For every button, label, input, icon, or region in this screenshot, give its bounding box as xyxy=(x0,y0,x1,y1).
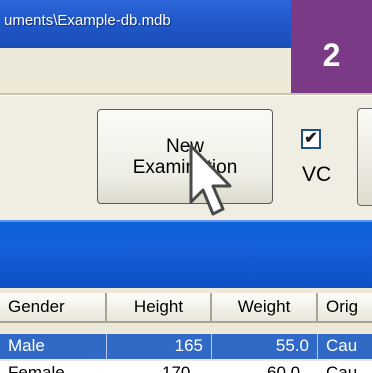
cell-weight: 55.0 xyxy=(212,334,318,359)
column-header-height[interactable]: Height xyxy=(107,293,212,323)
step-badge: 2 xyxy=(291,0,372,93)
cell-gender: Male xyxy=(0,334,107,359)
vc-label: VC xyxy=(302,163,332,186)
column-header-gender[interactable]: Gender xyxy=(0,293,107,323)
menu-strip xyxy=(0,48,291,93)
table-header-row: Gender Height Weight Orig xyxy=(0,293,372,323)
vc-checkbox[interactable]: ✔ xyxy=(301,129,321,149)
column-header-weight[interactable]: Weight xyxy=(212,293,318,323)
column-header-origin[interactable]: Orig xyxy=(318,293,372,323)
window-title: uments\Example-db.mdb xyxy=(4,12,171,29)
cell-gender: Female xyxy=(8,363,65,373)
cell-height: 170 xyxy=(162,363,191,373)
blue-header-panel xyxy=(0,220,372,290)
cell-weight: 60.0 xyxy=(267,363,301,373)
toolbar-button-partial[interactable] xyxy=(357,108,372,206)
checkmark-icon: ✔ xyxy=(304,130,318,147)
cell-height: 165 xyxy=(107,334,212,359)
mouse-pointer-icon xyxy=(189,144,232,216)
cell-origin: Cau xyxy=(326,363,358,373)
cell-origin: Cau xyxy=(326,336,358,355)
table-row[interactable]: Male 165 55.0 Cau xyxy=(0,334,372,359)
table-row[interactable]: Female 170 60.0 Cau xyxy=(0,361,372,373)
new-examination-button[interactable]: New Examination xyxy=(97,109,273,204)
